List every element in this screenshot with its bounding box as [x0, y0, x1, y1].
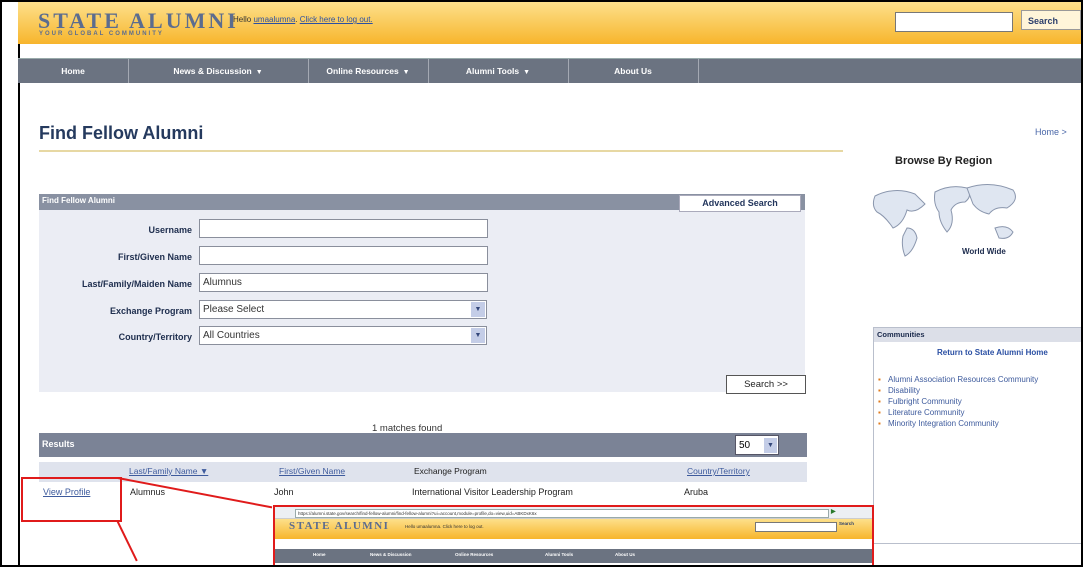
greeting-text: Hello	[405, 524, 416, 529]
breadcrumb[interactable]: Home >	[1035, 127, 1067, 137]
select-value: 50	[739, 440, 751, 451]
column-last-name[interactable]: Last/Family Name ▼	[129, 466, 208, 476]
column-label: Last/Family Name	[129, 466, 198, 476]
community-label: Literature Community	[888, 408, 965, 417]
callout-highlight	[21, 477, 122, 522]
cell-last-name: Alumnus	[130, 487, 166, 497]
return-home-link[interactable]: Return to State Alumni Home	[937, 348, 1048, 357]
inset-nav-item: News & Discussion	[370, 552, 412, 557]
bullet-icon: ▪	[878, 408, 881, 417]
site-search-input[interactable]	[895, 12, 1013, 32]
inset-nav: Home News & Discussion Online Resources …	[275, 549, 872, 563]
cell-first-name: John	[274, 487, 294, 497]
world-wide-label[interactable]: World Wide	[962, 247, 1006, 256]
advanced-search-button[interactable]: Advanced Search	[679, 195, 801, 212]
nav-alumni-tools[interactable]: Alumni Tools ▼	[428, 59, 569, 83]
column-program: Exchange Program	[414, 466, 487, 476]
panel-title: Find Fellow Alumni	[42, 196, 116, 205]
results-title: Results	[42, 439, 75, 449]
bullet-icon: ▪	[878, 397, 881, 406]
username-text: umaalumna	[416, 524, 441, 529]
bullet-icon: ▪	[878, 386, 881, 395]
chevron-down-icon[interactable]: ▼	[471, 302, 485, 317]
first-name-field[interactable]	[199, 246, 488, 265]
inset-search-button: Search	[839, 521, 855, 526]
results-header: Results	[39, 433, 807, 457]
divider	[18, 2, 20, 565]
column-first-name[interactable]: First/Given Name	[279, 466, 345, 476]
community-label: Alumni Association Resources Community	[888, 375, 1039, 384]
communities-title: Communities	[874, 328, 1081, 342]
greeting: Hello umaalumna. Click here to log out.	[233, 15, 373, 24]
bullet-icon: ▪	[878, 375, 881, 384]
community-label: Disability	[888, 386, 921, 395]
community-label: Minority Integration Community	[888, 419, 999, 428]
nav-label: Alumni Tools	[465, 66, 520, 76]
first-name-label: First/Given Name	[117, 252, 192, 262]
inset-screenshot: https://alumni.state.gov/search/find-fel…	[273, 505, 874, 565]
nav-news[interactable]: News & Discussion ▼	[128, 59, 309, 83]
cell-program: International Visitor Leadership Program	[412, 487, 573, 497]
community-item[interactable]: ▪ Disability	[878, 385, 1078, 396]
site-search-button[interactable]: Search	[1021, 10, 1081, 30]
chevron-down-icon: ▼	[255, 69, 263, 76]
page-frame: STATE ALUMNI YOUR GLOBAL COMMUNITY Hello…	[0, 0, 1083, 567]
exchange-program-label: Exchange Program	[109, 306, 192, 316]
cell-country: Aruba	[684, 487, 709, 497]
username-label: Username	[148, 225, 192, 235]
nav-label: Home	[61, 66, 85, 76]
country-select[interactable]: All Countries ▼	[199, 326, 487, 345]
chevron-down-icon[interactable]: ▼	[764, 438, 777, 453]
username-link[interactable]: umaalumna	[253, 15, 295, 24]
main-nav: Home News & Discussion ▼ Online Resources…	[18, 58, 1081, 83]
logout-link[interactable]: Click here to log out.	[300, 15, 373, 24]
inset-nav-item: Online Resources	[455, 552, 494, 557]
bullet-icon: ▪	[878, 419, 881, 428]
nav-label: News & Discussion	[173, 66, 252, 76]
page-title: Find Fellow Alumni	[39, 123, 204, 143]
per-page-select[interactable]: 50 ▼	[735, 435, 779, 455]
community-item[interactable]: ▪ Alumni Association Resources Community	[878, 374, 1078, 385]
inset-nav-item: Home	[313, 552, 326, 557]
nav-home[interactable]: Home	[18, 59, 129, 83]
select-value: All Countries	[203, 330, 260, 341]
callout-line	[116, 520, 138, 562]
chevron-down-icon: ▼	[402, 69, 410, 76]
chevron-down-icon: ▼	[523, 69, 531, 76]
go-icon[interactable]: ▶	[831, 508, 836, 515]
last-name-field[interactable]: Alumnus	[199, 273, 488, 292]
inset-logo: STATE ALUMNI	[289, 520, 390, 532]
chevron-down-icon[interactable]: ▼	[471, 328, 485, 343]
site-logo-tagline: YOUR GLOBAL COMMUNITY	[39, 31, 164, 37]
inset-search-input	[755, 522, 837, 532]
inset-nav-item: About Us	[615, 552, 635, 557]
country-label: Country/Territory	[118, 332, 192, 342]
community-list: ▪ Alumni Association Resources Community …	[878, 374, 1078, 429]
nav-about[interactable]: About Us	[568, 59, 699, 83]
address-url[interactable]: https://alumni.state.gov/search/find-fel…	[295, 509, 829, 518]
communities-panel: Communities Return to State Alumni Home …	[873, 327, 1081, 544]
community-item[interactable]: ▪ Minority Integration Community	[878, 418, 1078, 429]
username-field[interactable]	[199, 219, 488, 238]
last-name-label: Last/Family/Maiden Name	[81, 279, 192, 289]
nav-resources[interactable]: Online Resources ▼	[308, 59, 429, 83]
logout-text: Click here to log out.	[442, 524, 484, 529]
world-map-icon[interactable]	[855, 166, 1035, 264]
exchange-program-select[interactable]: Please Select ▼	[199, 300, 487, 319]
select-value: Please Select	[203, 304, 265, 315]
table-header: Last/Family Name ▼ First/Given Name Exch…	[39, 462, 807, 482]
divider	[39, 150, 843, 152]
greeting-text: Hello	[233, 15, 252, 24]
address-bar: https://alumni.state.gov/search/find-fel…	[275, 507, 872, 519]
community-item[interactable]: ▪ Literature Community	[878, 407, 1078, 418]
inset-nav-item: Alumni Tools	[545, 552, 574, 557]
nav-label: Online Resources	[326, 66, 399, 76]
nav-label: About Us	[614, 66, 652, 76]
inset-greeting: Hello umaalumna. Click here to log out.	[405, 524, 484, 529]
community-label: Fulbright Community	[888, 397, 962, 406]
community-item[interactable]: ▪ Fulbright Community	[878, 396, 1078, 407]
column-country[interactable]: Country/Territory	[687, 466, 750, 476]
search-button[interactable]: Search >>	[726, 375, 806, 394]
